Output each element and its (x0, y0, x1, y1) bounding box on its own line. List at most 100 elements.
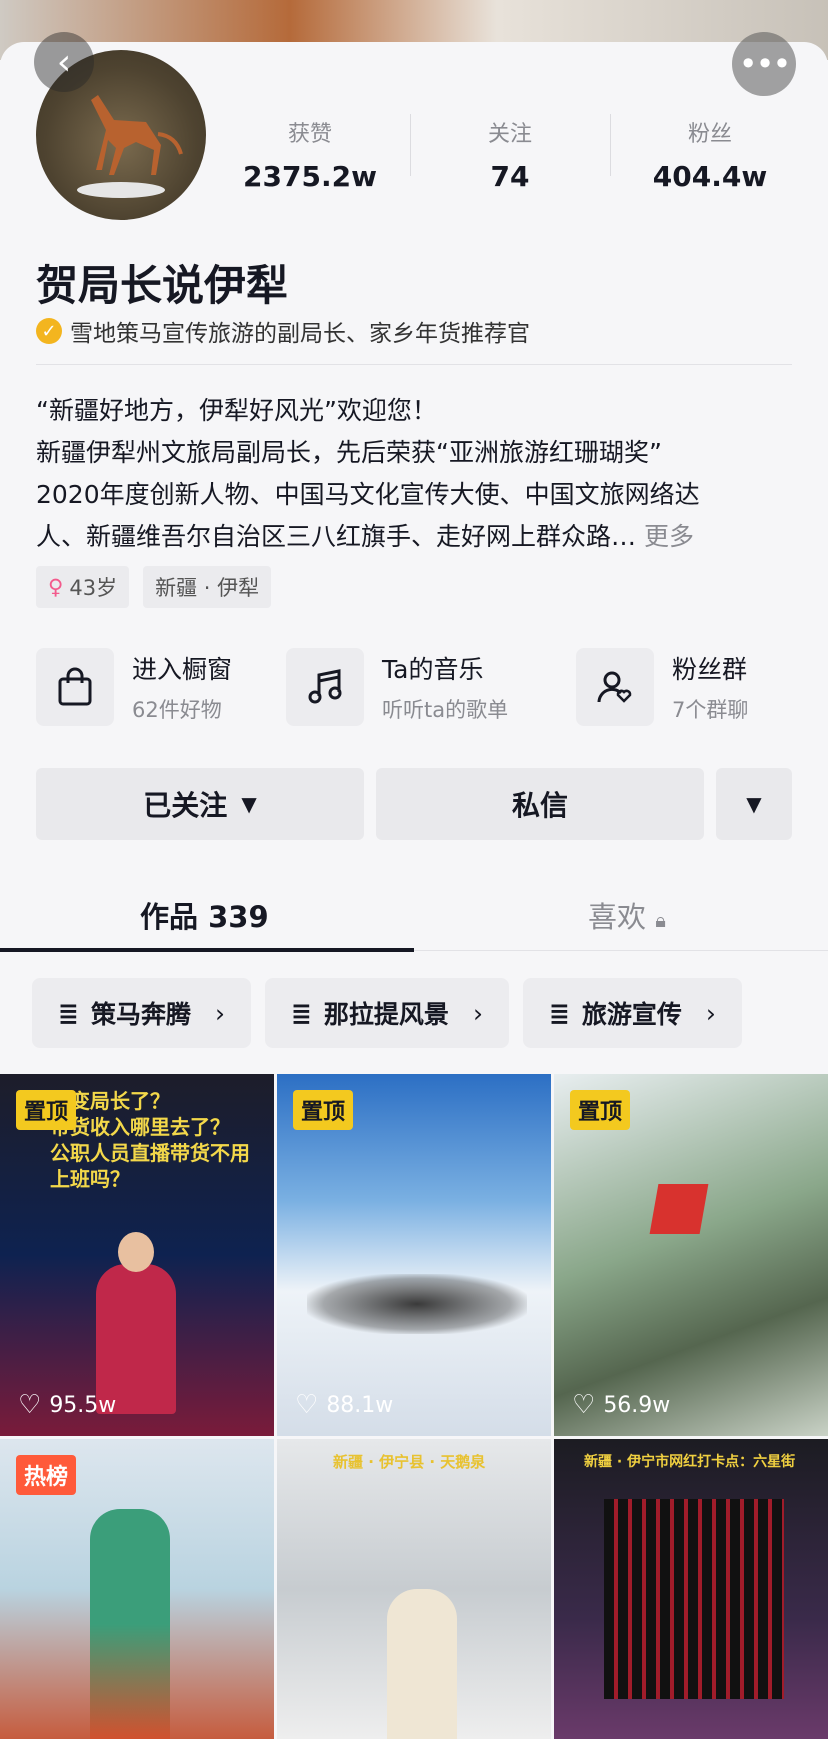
age-tag: ♀ 43岁 (36, 566, 130, 608)
entry-title: 进入橱窗 (132, 655, 233, 684)
profile-stats: 获赞 2375.2w 关注 74 粉丝 404.4w (210, 114, 810, 204)
message-button[interactable]: 私信 (376, 768, 704, 840)
profile-name: 贺局长说伊犁 (36, 261, 289, 310)
verification-text: 雪地策马宣传旅游的副局长、家乡年货推荐官 (70, 321, 530, 347)
likes-value: 56.9w (603, 1392, 671, 1418)
followed-label: 已关注 (143, 789, 228, 822)
pinned-badge: 置顶 (16, 1090, 77, 1130)
bio-line: 2020年度创新人物、中国马文化宣传大使、中国文旅网络达 (36, 480, 700, 509)
location-text: 新疆 · 伊犁 (155, 576, 260, 600)
collection-label: 策马奔腾 (90, 1000, 191, 1029)
video-grid: 么变局长了？ 带货收入哪里去了？ 公职人员直播带货不用 上班吗？ 置顶 ♡ 95.… (0, 1074, 828, 1739)
collection-item[interactable]: ≣ 旅游宣传 › (522, 978, 742, 1048)
collection-item[interactable]: ≣ 策马奔腾 › (32, 978, 251, 1048)
age-text: 43岁 (69, 576, 118, 600)
more-options-button[interactable]: ••• (732, 32, 796, 96)
tab-likes-label: 喜欢 (588, 900, 647, 934)
likes-count: ♡ 56.9w (572, 1390, 670, 1420)
bio-more-link[interactable]: 更多 (644, 522, 694, 551)
person-figure (387, 1589, 457, 1739)
collection-label: 那拉提风景 (323, 1000, 449, 1029)
collection-item[interactable]: ≣ 那拉提风景 › (264, 978, 509, 1048)
video-tile[interactable]: 热榜 (0, 1439, 274, 1739)
collection-label: 旅游宣传 (581, 1000, 682, 1029)
verified-badge-icon: ✓ (36, 318, 62, 344)
entry-sub: 听听ta的歌单 (382, 698, 509, 722)
collections-row: ≣ 策马奔腾 › ≣ 那拉提风景 › ≣ 旅游宣传 › (32, 978, 742, 1048)
likes-count: ♡ 88.1w (295, 1390, 393, 1420)
heart-icon: ♡ (295, 1390, 319, 1420)
likes-value: 95.5w (49, 1392, 117, 1418)
stack-icon: ≣ (58, 998, 79, 1028)
chevron-right-icon: › (214, 998, 225, 1028)
profile-actions: 已关注 ▼ 私信 ▼ (36, 768, 792, 840)
entry-sub: 62件好物 (132, 698, 222, 722)
fan-group-icon (576, 648, 654, 726)
costume-figure (90, 1509, 170, 1739)
video-tile[interactable]: 置顶 ♡ 88.1w (277, 1074, 551, 1436)
lock-icon: 🔒︎ (655, 908, 666, 932)
hot-badge: 热榜 (16, 1455, 77, 1495)
chevron-right-icon: › (705, 998, 716, 1028)
profile-tabs: 作品 339 喜欢 🔒︎ (0, 882, 828, 952)
accordion-image (604, 1499, 784, 1699)
stat-label: 获赞 (287, 122, 332, 147)
more-dots-icon: ••• (738, 45, 792, 83)
stat-value: 404.4w (652, 160, 768, 193)
stat-followers[interactable]: 粉丝 404.4w (610, 114, 810, 204)
female-icon: ♀ (48, 575, 64, 599)
verification-line: ✓ 雪地策马宣传旅游的副局长、家乡年货推荐官 (36, 314, 530, 348)
entry-title: 粉丝群 (672, 655, 748, 684)
stack-icon: ≣ (290, 998, 312, 1028)
video-caption: 新疆 · 伊宁县 · 天鹅泉 (333, 1453, 486, 1471)
pinned-badge: 置顶 (570, 1090, 631, 1130)
stat-value: 2375.2w (243, 160, 377, 193)
stat-likes[interactable]: 获赞 2375.2w (210, 114, 410, 204)
horses-silhouette (307, 1274, 527, 1334)
tab-active-indicator (0, 948, 414, 952)
entry-sub: 7个群聊 (672, 698, 749, 722)
bio[interactable]: “新疆好地方，伊犁好风光”欢迎您！ 新疆伊犁州文旅局副局长，先后荣获“亚洲旅游红… (36, 390, 796, 558)
bio-line-last: 人、新疆维吾尔自治区三八红旗手、走好网上群众路… 更多 (36, 516, 796, 558)
bio-line: 新疆伊犁州文旅局副局长，先后荣获“亚洲旅游红珊瑚奖” (36, 438, 662, 467)
tab-likes[interactable]: 喜欢 🔒︎ (588, 894, 666, 936)
caret-down-icon: ▼ (746, 792, 762, 816)
entry-fan-group[interactable]: 粉丝群 7个群聊 (576, 648, 826, 726)
heart-icon: ♡ (572, 1390, 596, 1420)
music-note-icon (286, 648, 364, 726)
video-tile[interactable]: 置顶 ♡ 56.9w (554, 1074, 828, 1436)
red-flag (649, 1184, 709, 1234)
shopping-bag-icon (36, 648, 114, 726)
stat-following[interactable]: 关注 74 (410, 114, 610, 204)
entry-music[interactable]: Ta的音乐听听ta的歌单 (286, 648, 536, 726)
back-button[interactable]: ‹ (34, 32, 94, 92)
stat-label: 粉丝 (687, 122, 732, 147)
more-actions-button[interactable]: ▼ (716, 768, 792, 840)
tab-works[interactable]: 作品 339 (140, 894, 269, 936)
video-caption: 么变局长了？ 带货收入哪里去了？ 公职人员直播带货不用 上班吗？ (50, 1089, 250, 1191)
entry-title: Ta的音乐 (382, 655, 484, 684)
stat-value: 74 (490, 160, 530, 193)
video-caption: 新疆 · 伊宁市网红打卡点：六星街 (584, 1454, 796, 1470)
profile-entries: 进入橱窗 62件好物 Ta的音乐听听ta的歌单 粉丝群 7个群聊 (36, 648, 826, 726)
likes-value: 88.1w (326, 1392, 394, 1418)
followed-button[interactable]: 已关注 ▼ (36, 768, 364, 840)
pinned-badge: 置顶 (293, 1090, 354, 1130)
heart-icon: ♡ (18, 1390, 42, 1420)
divider (36, 364, 792, 365)
entry-showcase[interactable]: 进入橱窗 62件好物 (36, 648, 286, 726)
stat-label: 关注 (487, 122, 532, 147)
likes-count: ♡ 95.5w (18, 1390, 116, 1420)
presenter-head (118, 1232, 154, 1272)
message-label: 私信 (511, 789, 568, 822)
video-tile[interactable]: 新疆 · 伊宁市网红打卡点：六星街 (554, 1439, 828, 1739)
video-tile[interactable]: 新疆 · 伊宁县 · 天鹅泉 (277, 1439, 551, 1739)
chevron-left-icon: ‹ (56, 41, 72, 83)
bio-line: “新疆好地方，伊犁好风光”欢迎您！ (36, 396, 437, 425)
video-tile[interactable]: 么变局长了？ 带货收入哪里去了？ 公职人员直播带货不用 上班吗？ 置顶 ♡ 95.… (0, 1074, 274, 1436)
bio-line: 人、新疆维吾尔自治区三八红旗手、走好网上群众路… (36, 522, 637, 551)
stack-icon: ≣ (548, 998, 570, 1028)
profile-tags: ♀ 43岁 新疆 · 伊犁 (36, 566, 272, 608)
profile-card: 获赞 2375.2w 关注 74 粉丝 404.4w 贺局长说伊犁 ✓ 雪地策马… (0, 42, 828, 1739)
chevron-right-icon: › (472, 998, 483, 1028)
